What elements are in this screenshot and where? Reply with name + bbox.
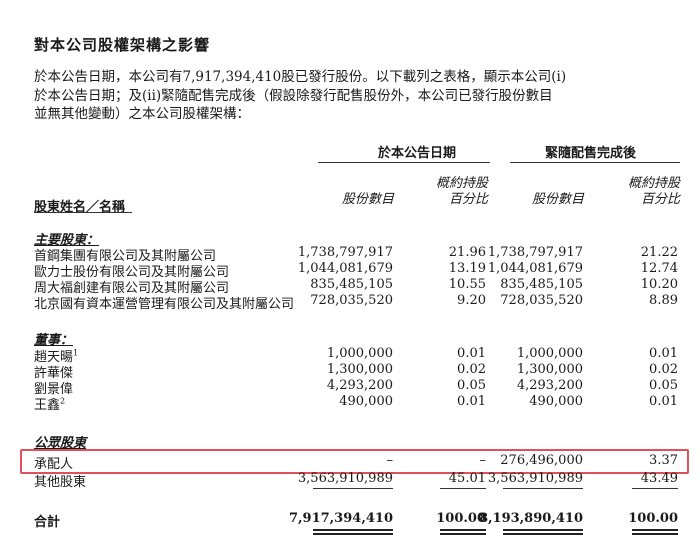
table-row: 首鋼集團有限公司及其附屬公司 1,738,797,917 21.96 1,738… [34, 245, 678, 264]
table-row: 許華傑 1,300,000 0.02 1,300,000 0.02 [34, 362, 678, 381]
table-row: 北京國有資本運營管理有限公司及其附屬公司 728,035,520 9.20 72… [34, 293, 678, 312]
intro-paragraph: 於本公告日期，本公司有7,917,394,410股已發行股份。以下載列之表格，顯… [34, 68, 684, 124]
subtotal-underline [632, 488, 678, 489]
group-header-after-placing: 緊隨配售完成後 [545, 146, 637, 161]
subtotal-underline [503, 488, 583, 489]
total-underline [503, 533, 583, 535]
table-row: 王鑫2 490,000 0.01 490,000 0.01 [34, 394, 678, 413]
group-header-announcement-date: 於本公告日期 [378, 146, 457, 161]
total-underline [440, 529, 486, 531]
total-underline [313, 533, 393, 535]
intro-line: 於本公告日期；及(ii)緊隨配售完成後（假設除發行配售股份外，本公司已發行股份數… [34, 87, 553, 104]
total-underline [632, 533, 678, 535]
col-header-pct-2: 概約持股 百分比 [627, 176, 680, 207]
col-header-pct-1: 概約持股 百分比 [435, 176, 488, 207]
col-header-shares-1: 股份數目 [341, 192, 394, 207]
col-header-shares-2: 股份數目 [531, 192, 584, 207]
section-title: 對本公司股權架構之影響 [34, 36, 211, 54]
table-row: 劉景偉 4,293,200 0.05 4,293,200 0.05 [34, 378, 678, 397]
subtotal-underline [313, 488, 393, 489]
intro-line: 於本公告日期，本公司有7,917,394,410股已發行股份。以下載列之表格，顯… [34, 69, 567, 85]
table-row: 周大福創建有限公司及其附屬公司 835,485,105 10.55 835,48… [34, 277, 678, 296]
intro-line: 並無其他變動）之本公司股權架構： [34, 106, 250, 122]
total-underline [440, 533, 486, 535]
total-underline [632, 529, 678, 531]
table-row-total: 合計 7,917,394,410 100.00 8,193,890,410 10… [34, 511, 678, 530]
table-row: 趙天暘1 1,000,000 0.01 1,000,000 0.01 [34, 346, 678, 365]
group-header-underline [510, 162, 680, 163]
total-underline [503, 529, 583, 531]
table-row: 其他股東 3,563,910,989 45.01 3,563,910,989 4… [34, 471, 678, 490]
total-underline [313, 529, 393, 531]
table-row: 歐力士股份有限公司及其附屬公司 1,044,081,679 13.19 1,04… [34, 261, 678, 280]
footnote-marker: 2 [60, 396, 66, 406]
group-header-underline [318, 162, 490, 163]
shareholder-header-underline [34, 212, 132, 213]
subtotal-underline [440, 488, 486, 489]
footnote-marker: 1 [73, 348, 79, 358]
